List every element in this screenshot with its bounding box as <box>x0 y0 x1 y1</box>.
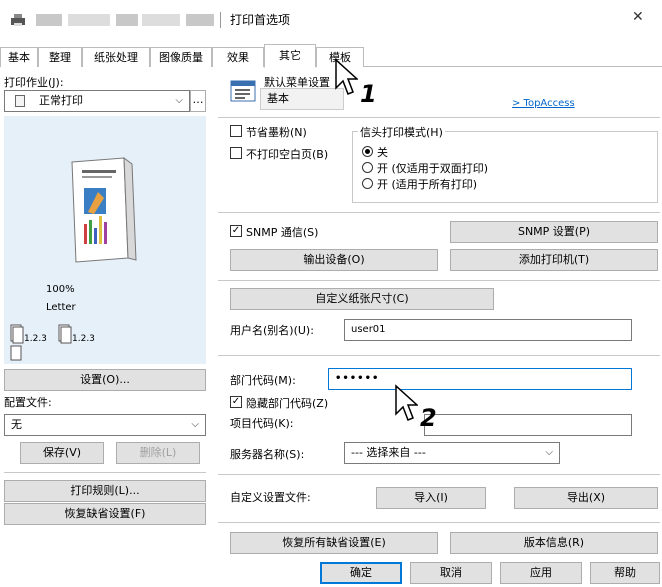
printer-icon <box>11 14 25 26</box>
blurred-name <box>142 14 180 26</box>
print-rules-button[interactable]: 打印规则(L)... <box>4 480 206 502</box>
topaccess-link[interactable]: > TopAccess <box>512 98 575 109</box>
blurred-name <box>186 14 214 26</box>
tab-bar: 基本 整理 纸张处理 图像质量 效果 其它 模板 <box>0 44 662 68</box>
profile-label: 配置文件: <box>4 396 52 409</box>
chevron-down-icon: ⌵ <box>545 447 553 458</box>
skip-blank-checkbox[interactable] <box>230 147 242 159</box>
zoom-level: 100% <box>46 284 75 295</box>
cancel-button[interactable]: 取消 <box>410 562 492 584</box>
hide-dept-code-label: 隐藏部门代码(Z) <box>246 397 329 410</box>
default-menu-select[interactable]: 基本 <box>260 88 344 110</box>
toner-save-label: 节省墨粉(N) <box>246 126 307 139</box>
letterhead-group-label: 信头打印模式(H) <box>358 124 445 140</box>
snmp-settings-button[interactable]: SNMP 设置(P) <box>450 221 658 243</box>
chevron-down-icon: ⌵ <box>191 419 199 430</box>
dept-code-label: 部门代码(M): <box>230 374 296 387</box>
document-preview-icon <box>71 156 137 263</box>
restore-all-defaults-button[interactable]: 恢复所有缺省设置(E) <box>230 532 438 554</box>
cursor-pointer-icon <box>335 58 358 95</box>
tab-others[interactable]: 其它 <box>264 44 316 68</box>
page-order-tag: 1.2.3 <box>72 334 95 344</box>
print-job-select[interactable]: 正常打印 ⌵ <box>4 90 190 112</box>
chevron-down-icon: ⌵ <box>175 95 183 106</box>
snmp-checkbox[interactable]: ✓ <box>230 225 242 237</box>
version-info-button[interactable]: 版本信息(R) <box>450 532 658 554</box>
import-button[interactable]: 导入(I) <box>376 487 486 509</box>
tab-finishing[interactable]: 整理 <box>38 47 82 67</box>
skip-blank-label: 不打印空白页(B) <box>246 148 329 161</box>
pages-icon <box>58 324 72 344</box>
profile-select[interactable]: 无 ⌵ <box>4 414 206 436</box>
project-code-field[interactable] <box>424 414 632 436</box>
print-job-label: 打印作业(J): <box>4 76 64 89</box>
tab-paper-handling[interactable]: 纸张处理 <box>82 47 150 67</box>
print-job-value: 正常打印 <box>39 94 83 107</box>
settings-button[interactable]: 设置(O)... <box>4 369 206 391</box>
add-printer-button[interactable]: 添加打印机(T) <box>450 249 658 271</box>
save-profile-button[interactable]: 保存(V) <box>20 442 104 464</box>
paper-size: Letter <box>46 302 76 313</box>
letterhead-off-radio[interactable] <box>362 146 373 157</box>
export-button[interactable]: 导出(X) <box>514 487 658 509</box>
letterhead-duplex-radio[interactable] <box>362 162 373 173</box>
window-title: 打印首选项 <box>230 13 291 27</box>
print-job-more-button[interactable]: … <box>190 90 206 112</box>
callout-number: 2 <box>420 404 437 432</box>
close-icon[interactable]: ✕ <box>632 9 644 25</box>
letterhead-option-label: 开 (适用于所有打印) <box>377 178 478 191</box>
blurred-name <box>68 14 110 26</box>
server-name-select[interactable]: --- 选择来自 --- ⌵ <box>344 442 560 464</box>
default-menu-value: 基本 <box>267 92 289 105</box>
server-name-label: 服务器名称(S): <box>230 448 305 461</box>
custom-settings-label: 自定义设置文件: <box>230 491 311 504</box>
custom-paper-size-button[interactable]: 自定义纸张尺寸(C) <box>230 288 494 310</box>
output-device-button[interactable]: 输出设备(O) <box>230 249 438 271</box>
letterhead-option-label: 开 (仅适用于双面打印) <box>377 162 489 175</box>
callout-number: 1 <box>360 80 377 108</box>
username-label: 用户名(别名)(U): <box>230 324 314 337</box>
pages-icon <box>10 324 24 361</box>
restore-defaults-button[interactable]: 恢复缺省设置(F) <box>4 503 206 525</box>
document-icon <box>15 95 25 107</box>
server-name-value: --- 选择来自 --- <box>351 446 426 459</box>
blurred-name <box>36 14 62 26</box>
cursor-pointer-icon <box>395 384 418 421</box>
snmp-label: SNMP 通信(S) <box>246 226 319 239</box>
profile-value: 无 <box>11 418 22 431</box>
apply-button[interactable]: 应用 <box>500 562 582 584</box>
hide-dept-code-checkbox[interactable]: ✓ <box>230 396 242 408</box>
toner-save-checkbox[interactable] <box>230 125 242 137</box>
tab-effect[interactable]: 效果 <box>212 47 264 67</box>
project-code-label: 项目代码(K): <box>230 417 294 430</box>
print-preview: 100% Letter 1.2.3 1.2.3 <box>4 116 206 364</box>
username-field[interactable]: user01 <box>344 319 632 341</box>
letterhead-option-label: 关 <box>377 146 388 159</box>
menu-settings-icon <box>230 80 256 102</box>
tab-image-quality[interactable]: 图像质量 <box>150 47 212 67</box>
help-button[interactable]: 帮助 <box>590 562 660 584</box>
page-order-tag: 1.2.3 <box>24 334 47 344</box>
title-bar: 打印首选项 ✕ <box>0 0 662 38</box>
tab-basic[interactable]: 基本 <box>0 47 38 67</box>
ok-button[interactable]: 确定 <box>320 562 402 584</box>
delete-profile-button[interactable]: 删除(L) <box>116 442 200 464</box>
letterhead-all-radio[interactable] <box>362 178 373 189</box>
dept-code-field[interactable]: •••••• <box>328 368 632 390</box>
blurred-name <box>116 14 138 26</box>
